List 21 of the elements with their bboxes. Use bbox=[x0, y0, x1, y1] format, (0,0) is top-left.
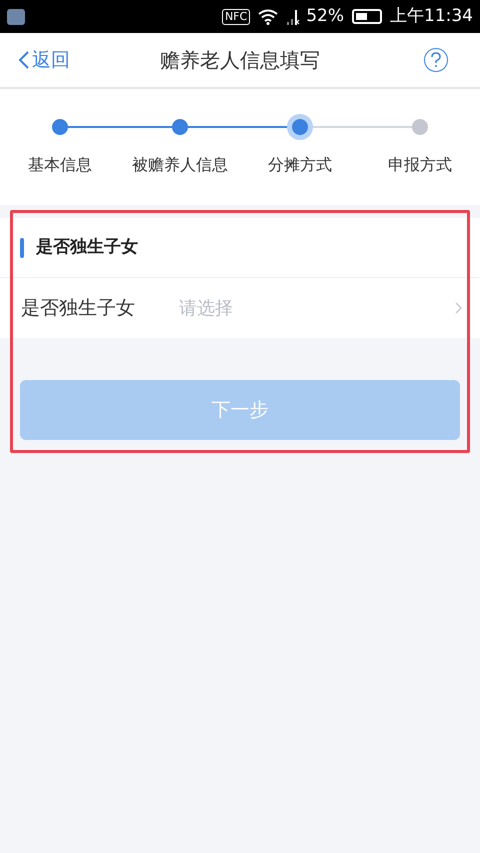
battery-icon bbox=[352, 9, 382, 24]
section-title: 是否独生子女 bbox=[36, 236, 138, 259]
clock-time: 上午11:34 bbox=[390, 4, 473, 28]
app-notification-icon bbox=[7, 8, 25, 24]
page-title: 赡养老人信息填写 bbox=[160, 47, 320, 74]
select-row[interactable]: 是否独生子女 请选择 bbox=[0, 278, 480, 338]
back-button[interactable]: 返回 bbox=[18, 46, 70, 74]
field-label: 是否独生子女 bbox=[21, 296, 136, 321]
step-label: 申报方式 bbox=[388, 154, 452, 176]
section-accent-bar bbox=[20, 238, 24, 258]
step-label: 分摊方式 bbox=[268, 154, 332, 176]
chevron-right-icon bbox=[455, 302, 462, 314]
wifi-icon bbox=[258, 8, 278, 24]
nfc-indicator: NFC bbox=[222, 8, 250, 24]
help-icon[interactable] bbox=[424, 48, 448, 72]
battery-percent: 52% bbox=[306, 4, 344, 28]
step-label: 被赡养人信息 bbox=[132, 154, 228, 176]
select-placeholder: 请选择 bbox=[179, 296, 234, 320]
signal-icon bbox=[286, 8, 300, 24]
step-label: 基本信息 bbox=[28, 154, 92, 176]
chevron-left-icon bbox=[18, 50, 30, 70]
